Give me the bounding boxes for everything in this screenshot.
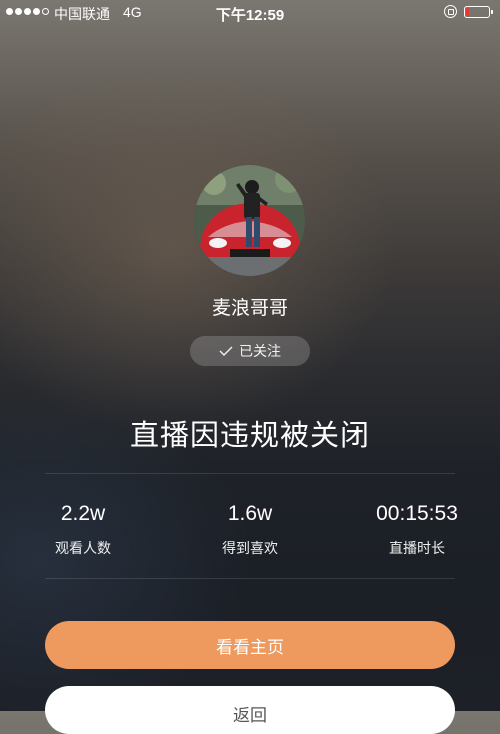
username: 麦浪哥哥 xyxy=(211,297,288,319)
stat-value: 1.6w xyxy=(227,502,273,525)
stat-label: 得到喜欢 xyxy=(222,541,278,557)
battery-level xyxy=(466,8,469,16)
check-icon xyxy=(219,346,233,356)
stat-label: 直播时长 xyxy=(389,541,445,557)
orientation-lock-icon xyxy=(444,5,457,18)
followed-button[interactable]: 已关注 xyxy=(190,336,310,366)
back-button[interactable]: 返回 xyxy=(45,686,455,734)
stat-label: 观看人数 xyxy=(55,541,111,557)
divider-top xyxy=(45,473,455,474)
stat-value: 00:15:53 xyxy=(376,502,458,525)
page-title: 直播因违规被关闭 xyxy=(129,418,370,452)
stat-duration: 00:15:53 直播时长 xyxy=(347,500,487,558)
battery-icon xyxy=(464,6,493,18)
follow-label: 已关注 xyxy=(239,344,281,360)
status-bar: 中国联通 4G 下午12:59 xyxy=(0,0,500,26)
status-time: 下午12:59 xyxy=(215,7,285,24)
stat-value: 2.2w xyxy=(60,502,106,525)
stat-likes: 1.6w 得到喜欢 xyxy=(180,500,320,558)
avatar[interactable] xyxy=(194,165,305,276)
divider-bottom xyxy=(45,578,455,579)
stat-viewers: 2.2w 观看人数 xyxy=(13,500,153,558)
view-homepage-button[interactable]: 看看主页 xyxy=(45,621,455,669)
avatar-photo xyxy=(194,165,305,276)
